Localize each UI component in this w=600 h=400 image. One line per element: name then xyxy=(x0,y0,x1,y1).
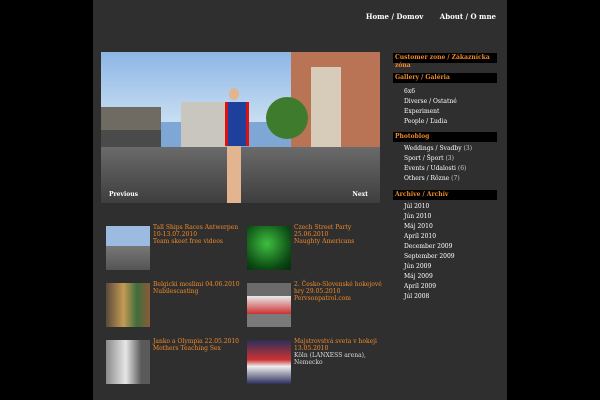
photoblog-count: (3) xyxy=(445,155,454,162)
gallery-item[interactable]: 6x6 xyxy=(393,87,497,97)
nav-about-link[interactable]: About / O mne xyxy=(440,12,496,21)
photoblog-count: (3) xyxy=(463,145,473,152)
hero-building-middle xyxy=(181,102,226,147)
post-location: Köln (LANXESS arena), Nemecko xyxy=(294,352,366,366)
sidebar-gallery: Gallery / Galéria 6x6 Diverse / Ostatné … xyxy=(393,73,497,127)
customer-zone-link[interactable]: Customer zone / Zákaznícka zóna xyxy=(393,53,497,69)
post-subtitle-link[interactable]: Nubilescasting xyxy=(153,288,198,295)
post-subtitle-link[interactable]: Team skeet free videos xyxy=(153,238,223,245)
post-thumbnail[interactable] xyxy=(247,226,291,270)
photoblog-link[interactable]: Weddings / Svadby xyxy=(404,145,462,152)
sidebar-photoblog: Photoblog Weddings / Svadby (3) Sport / … xyxy=(393,132,497,184)
sidebar-archive: Archive / Archív Júl 2010 Jún 2010 Máj 2… xyxy=(393,190,497,302)
hero-next-link[interactable]: Next xyxy=(352,191,368,198)
post-title-link[interactable]: Janko a Olympia 22.05.2010 xyxy=(153,338,239,345)
post-subtitle-link[interactable]: Naughty Americans xyxy=(294,238,354,245)
photoblog-heading: Photoblog xyxy=(393,132,497,142)
post-title-link[interactable]: Belgicki moslimi 04.06.2010 xyxy=(153,281,240,288)
gallery-item[interactable]: People / Ľudia xyxy=(393,117,497,127)
post-thumbnail[interactable] xyxy=(106,340,150,384)
hero-building-right-2 xyxy=(311,67,341,152)
archive-item[interactable]: December 2009 xyxy=(393,242,497,252)
gallery-heading: Gallery / Galéria xyxy=(393,73,497,83)
archive-item[interactable]: September 2009 xyxy=(393,252,497,262)
hero-previous-link[interactable]: Previous xyxy=(109,191,138,198)
archive-item[interactable]: Jún 2010 xyxy=(393,212,497,222)
post-entry: Tall Ships Races Antwerpen 10-13.07.2010… xyxy=(106,224,246,272)
post-entry: Belgicki moslimi 04.06.2010 Nubilescasti… xyxy=(106,281,246,329)
post-subtitle-link[interactable]: Mothers Teaching Sex xyxy=(153,345,221,352)
page-frame: Home / Domov About / O mne Previous Next… xyxy=(93,0,507,400)
archive-heading: Archive / Archív xyxy=(393,190,497,200)
hero-controls: Previous Next xyxy=(101,188,380,203)
post-entry: 2. Česko-Slovenské hokejové hry 29.05.20… xyxy=(247,281,387,329)
archive-item[interactable]: Júl 2008 xyxy=(393,292,497,302)
archive-item[interactable]: Máj 2009 xyxy=(393,272,497,282)
hero-runner xyxy=(221,88,249,203)
archive-item[interactable]: Apríl 2009 xyxy=(393,282,497,292)
post-entry: Majstrovstvá sveta v hokeji 13.05.2010 K… xyxy=(247,338,387,386)
photoblog-item: Events / Udalosti (6) xyxy=(393,164,497,174)
post-thumbnail[interactable] xyxy=(247,340,291,384)
post-entry: Czech Street Party 25.06.2010 Naughty Am… xyxy=(247,224,387,272)
post-subtitle-link[interactable]: Pervsonpatrol.com xyxy=(294,295,351,302)
archive-item[interactable]: Jún 2009 xyxy=(393,262,497,272)
archive-item[interactable]: Apríl 2010 xyxy=(393,232,497,242)
photoblog-item: Sport / Šport (3) xyxy=(393,154,497,164)
sidebar-customer: Customer zone / Zákaznícka zóna xyxy=(393,53,497,69)
photoblog-count: (6) xyxy=(457,165,467,172)
runner-head xyxy=(229,88,239,100)
gallery-item[interactable]: Experiment xyxy=(393,107,497,117)
photoblog-link[interactable]: Events / Udalosti xyxy=(404,165,456,172)
hero-tree xyxy=(266,97,308,139)
post-title-link[interactable]: Tall Ships Races Antwerpen 10-13.07.2010 xyxy=(153,224,238,238)
archive-item[interactable]: Máj 2010 xyxy=(393,222,497,232)
post-thumbnail[interactable] xyxy=(247,283,291,327)
post-thumbnail[interactable] xyxy=(106,226,150,270)
gallery-item[interactable]: Diverse / Ostatné xyxy=(393,97,497,107)
post-entry: Janko a Olympia 22.05.2010 Mothers Teach… xyxy=(106,338,246,386)
photoblog-link[interactable]: Others / Rôzne xyxy=(404,175,449,182)
post-title-link[interactable]: Majstrovstvá sveta v hokeji 13.05.2010 xyxy=(294,338,377,352)
nav-home-link[interactable]: Home / Domov xyxy=(366,12,423,21)
post-title-link[interactable]: 2. Česko-Slovenské hokejové hry 29.05.20… xyxy=(294,281,382,295)
hero-photo[interactable] xyxy=(101,52,380,203)
post-thumbnail[interactable] xyxy=(106,283,150,327)
top-nav: Home / Domov About / O mne xyxy=(366,12,496,21)
photoblog-count: (7) xyxy=(451,175,460,182)
runner-body xyxy=(225,102,249,146)
photoblog-link[interactable]: Sport / Šport xyxy=(404,155,444,162)
photoblog-item: Weddings / Svadby (3) xyxy=(393,144,497,154)
photoblog-item: Others / Rôzne (7) xyxy=(393,174,497,184)
archive-item[interactable]: Júl 2010 xyxy=(393,202,497,212)
post-title-link[interactable]: Czech Street Party 25.06.2010 xyxy=(294,224,351,238)
